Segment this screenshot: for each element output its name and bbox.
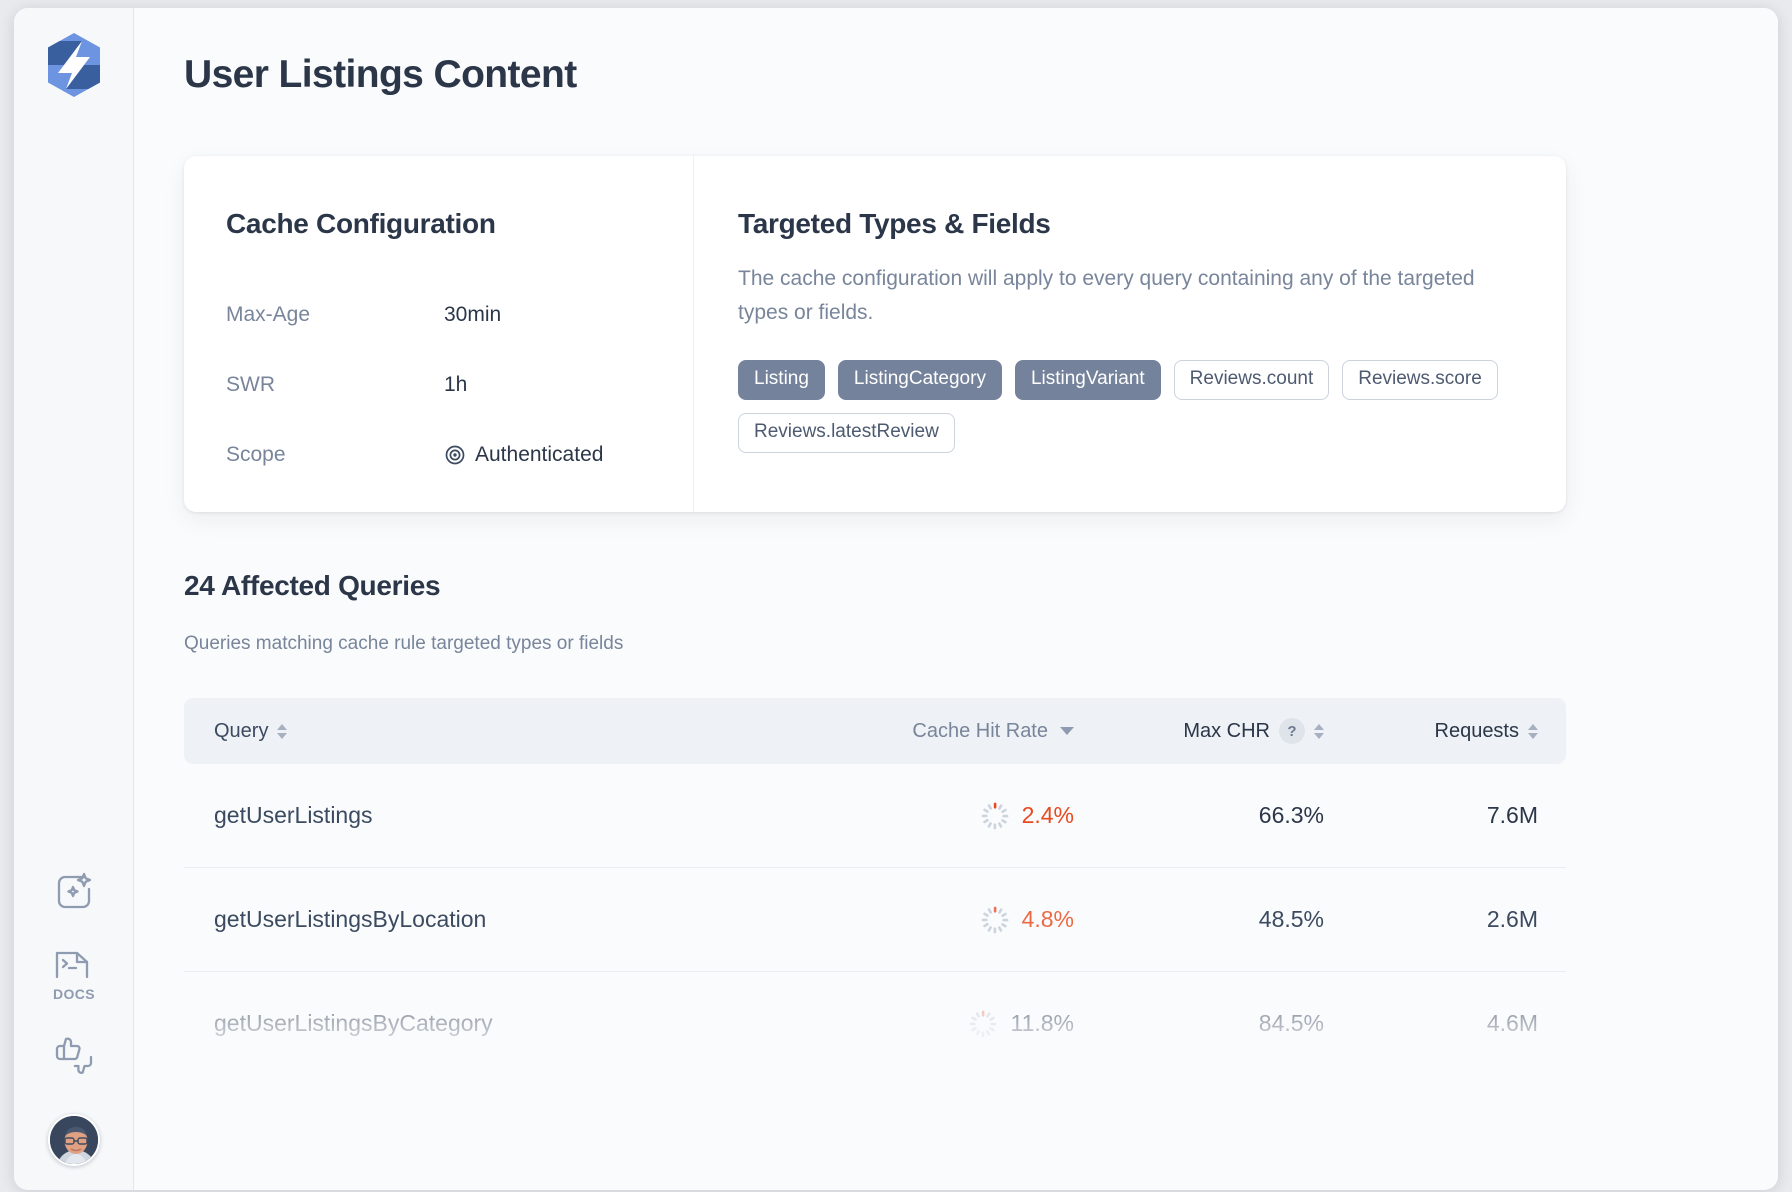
- table-body: getUserListings: [184, 764, 1566, 1076]
- targeted-types-heading: Targeted Types & Fields: [738, 208, 1520, 240]
- cell-query: getUserListingsByLocation: [214, 906, 734, 933]
- config-value-swr: 1h: [444, 373, 467, 397]
- sort-both-icon-query[interactable]: [277, 724, 287, 739]
- user-avatar[interactable]: [48, 1114, 100, 1166]
- tag-listing-category[interactable]: ListingCategory: [838, 360, 1002, 400]
- column-header-max-chr-label: Max CHR: [1183, 720, 1270, 743]
- sidebar-item-ai-assistant[interactable]: [48, 868, 100, 920]
- column-header-requests[interactable]: Requests: [1324, 720, 1538, 743]
- cell-requests: 7.6M: [1324, 802, 1538, 829]
- page-title: User Listings Content: [184, 53, 577, 97]
- column-header-cache-hit-rate[interactable]: Cache Hit Rate: [734, 720, 1074, 743]
- config-value-scope: Authenticated: [444, 443, 603, 467]
- affected-queries-subtitle: Queries matching cache rule targeted typ…: [184, 633, 623, 655]
- cache-hit-gauge-icon: [980, 905, 1010, 935]
- ai-sparkle-icon: [53, 871, 95, 918]
- tag-reviews-latestreview[interactable]: Reviews.latestReview: [738, 413, 955, 453]
- cell-query: getUserListings: [214, 802, 734, 829]
- column-header-requests-label: Requests: [1435, 720, 1520, 743]
- stellate-logo[interactable]: [42, 31, 106, 99]
- column-header-cache-hit-rate-label: Cache Hit Rate: [912, 720, 1048, 743]
- tag-reviews-score[interactable]: Reviews.score: [1342, 360, 1498, 400]
- cell-cache-hit-rate: 2.4%: [734, 801, 1074, 831]
- cache-hit-gauge-icon: [980, 801, 1010, 831]
- cache-configuration-list: Max-Age 30min SWR 1h Scope: [226, 280, 693, 490]
- help-icon-max-chr[interactable]: ?: [1279, 718, 1305, 744]
- column-header-max-chr[interactable]: Max CHR ?: [1074, 718, 1324, 744]
- app-window: DOCS: [14, 8, 1778, 1190]
- feedback-thumbs-icon: [52, 1035, 96, 1082]
- config-value-swr-text: 1h: [444, 373, 467, 397]
- sidebar-item-docs[interactable]: DOCS: [48, 950, 100, 1002]
- cell-max-chr: 48.5%: [1074, 906, 1324, 933]
- config-key-scope: Scope: [226, 443, 444, 467]
- table-row[interactable]: getUserListingsByCategory: [184, 972, 1566, 1076]
- cell-requests: 2.6M: [1324, 906, 1538, 933]
- cell-cache-hit-rate-value: 2.4%: [1022, 802, 1074, 829]
- config-row-max-age: Max-Age 30min: [226, 280, 693, 350]
- sidebar-icon-group: DOCS: [14, 868, 134, 1166]
- cache-configuration-panel: Cache Configuration Max-Age 30min SWR 1h: [184, 156, 694, 512]
- table-row[interactable]: getUserListings: [184, 764, 1566, 868]
- cell-requests: 4.6M: [1324, 1010, 1538, 1037]
- affected-queries-table: Query Cache Hit Rate Max CHR ? Requests: [184, 698, 1566, 1118]
- column-header-query[interactable]: Query: [214, 720, 734, 743]
- column-header-query-label: Query: [214, 720, 268, 743]
- cell-max-chr: 66.3%: [1074, 802, 1324, 829]
- affected-queries-title: 24 Affected Queries: [184, 570, 440, 602]
- sort-both-icon-requests[interactable]: [1528, 724, 1538, 739]
- cache-config-card: Cache Configuration Max-Age 30min SWR 1h: [184, 156, 1566, 512]
- targeted-types-panel: Targeted Types & Fields The cache config…: [694, 156, 1566, 512]
- table-header-row: Query Cache Hit Rate Max CHR ? Requests: [184, 698, 1566, 764]
- target-icon: [444, 444, 466, 466]
- table-row[interactable]: getUserListingsByLocation: [184, 868, 1566, 972]
- cell-cache-hit-rate-value: 11.8%: [1010, 1010, 1074, 1037]
- config-value-scope-text: Authenticated: [475, 443, 603, 467]
- docs-label: DOCS: [53, 986, 95, 1002]
- sidebar: DOCS: [14, 8, 134, 1190]
- config-row-swr: SWR 1h: [226, 350, 693, 420]
- targeted-tag-list: Listing ListingCategory ListingVariant R…: [738, 360, 1498, 453]
- cache-configuration-heading: Cache Configuration: [226, 208, 693, 240]
- tag-listing-variant[interactable]: ListingVariant: [1015, 360, 1161, 400]
- cache-hit-gauge-icon: [968, 1009, 998, 1039]
- main-content: User Listings Content Cache Configuratio…: [134, 8, 1778, 1190]
- tag-listing[interactable]: Listing: [738, 360, 825, 400]
- cell-cache-hit-rate: 4.8%: [734, 905, 1074, 935]
- sidebar-item-feedback[interactable]: [48, 1032, 100, 1084]
- cell-cache-hit-rate: 11.8%: [734, 1009, 1074, 1039]
- config-row-scope: Scope Authenticated: [226, 420, 693, 490]
- config-value-max-age-text: 30min: [444, 303, 501, 327]
- config-key-max-age: Max-Age: [226, 303, 444, 327]
- cell-cache-hit-rate-value: 4.8%: [1022, 906, 1074, 933]
- docs-icon: [54, 950, 94, 985]
- cell-query: getUserListingsByCategory: [214, 1010, 734, 1037]
- sort-both-icon-max-chr[interactable]: [1314, 724, 1324, 739]
- cell-max-chr: 84.5%: [1074, 1010, 1324, 1037]
- targeted-types-description: The cache configuration will apply to ev…: [738, 262, 1520, 330]
- sort-desc-icon-cache-hit-rate[interactable]: [1060, 727, 1074, 735]
- config-value-max-age: 30min: [444, 303, 501, 327]
- tag-reviews-count[interactable]: Reviews.count: [1174, 360, 1330, 400]
- config-key-swr: SWR: [226, 373, 444, 397]
